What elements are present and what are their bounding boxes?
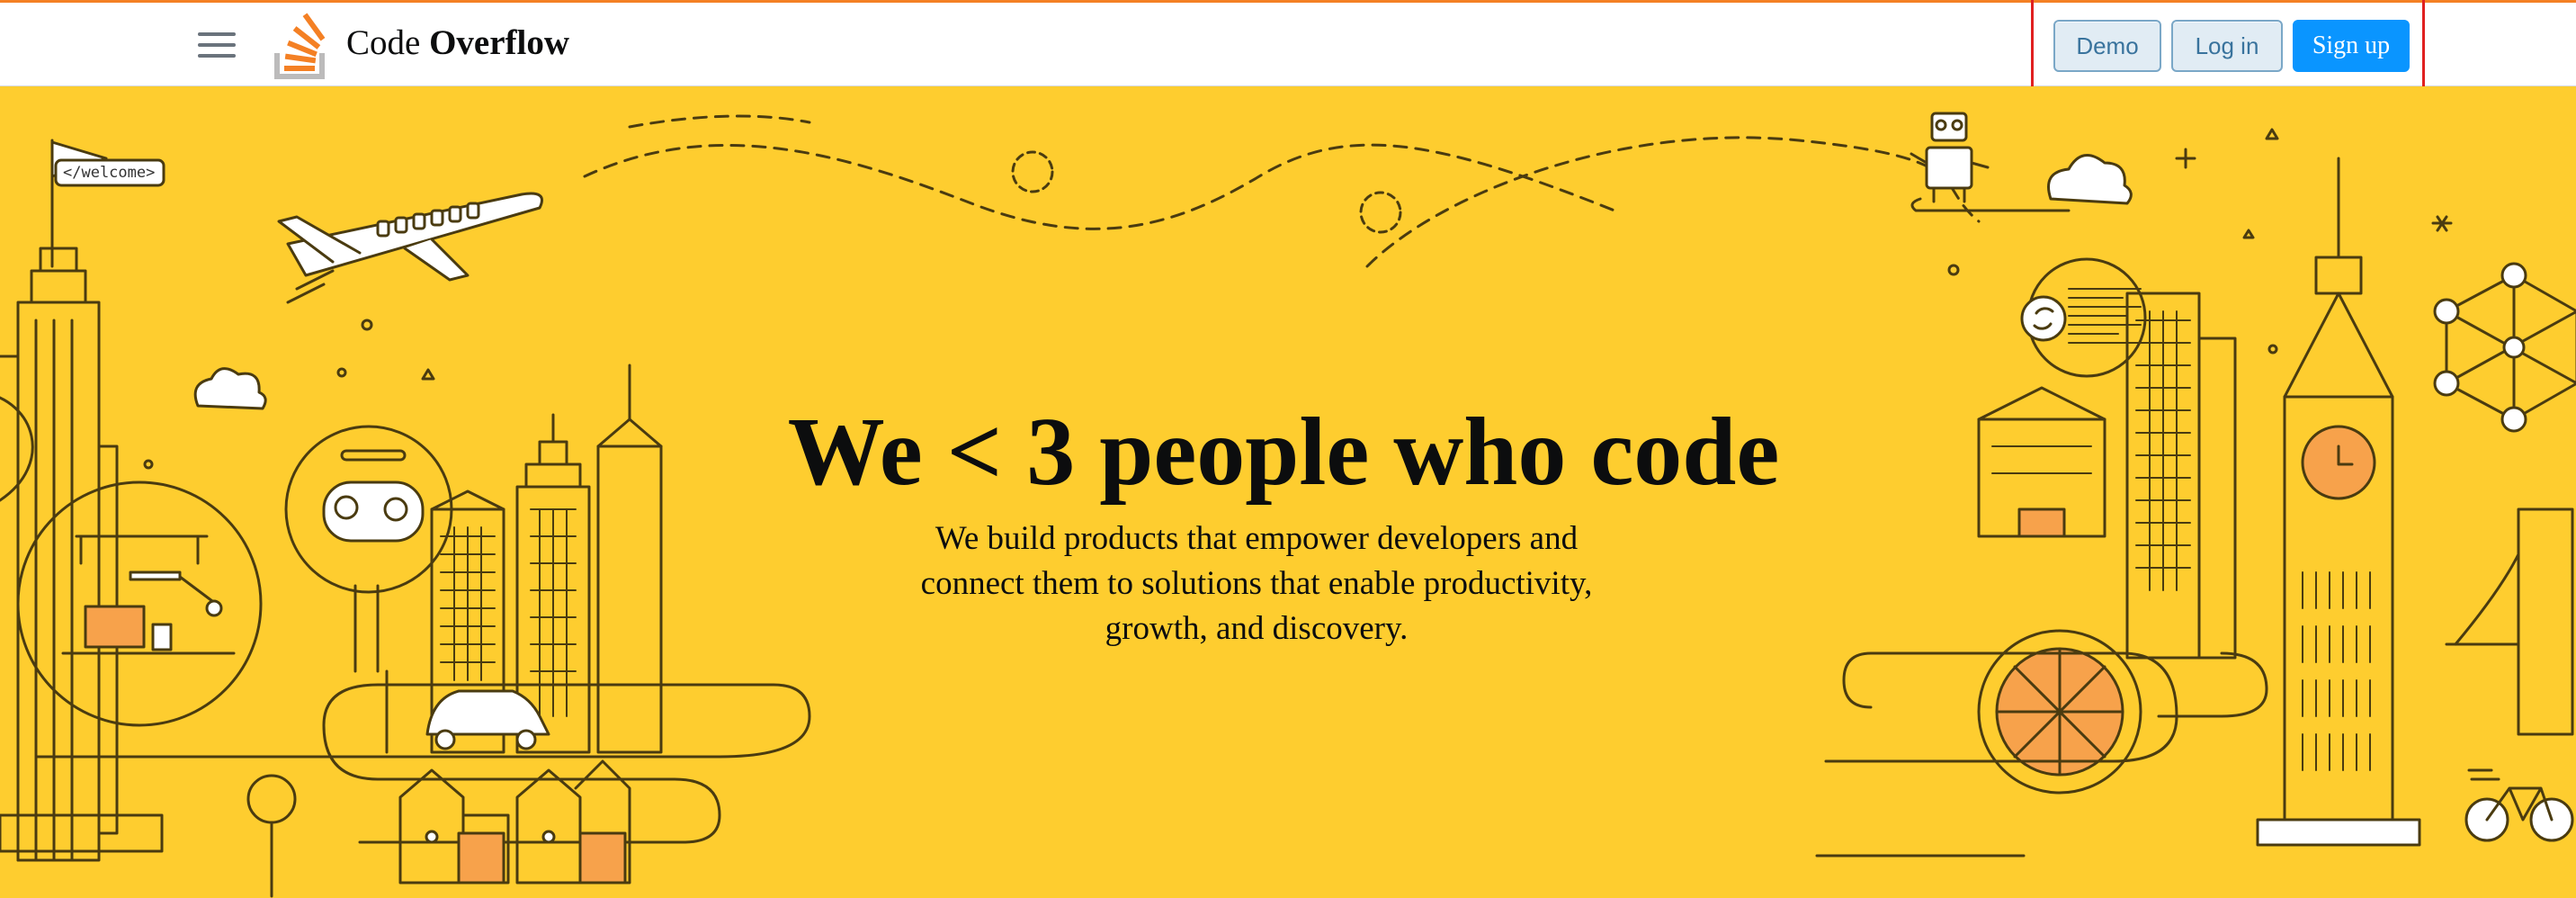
brand-bold: Overflow — [429, 23, 570, 62]
bridge-icon — [2445, 507, 2574, 736]
hamburger-menu-icon[interactable] — [198, 30, 236, 60]
ferris-wheel-icon — [1977, 629, 2142, 795]
hero-section: </welcome> We < 3 people who code We bui… — [0, 86, 2576, 898]
airplane-icon — [277, 192, 543, 304]
cloud-icon — [2047, 154, 2133, 205]
robot-icon — [1910, 112, 1990, 203]
car-icon — [425, 689, 550, 750]
brand-light: Code — [346, 23, 430, 62]
bicycle-icon — [2464, 768, 2574, 842]
stack-logo-icon[interactable] — [270, 10, 333, 82]
hero-headline: We < 3 people who code — [787, 399, 1780, 506]
flag-text: </welcome> — [63, 164, 155, 182]
brand-name[interactable]: Code Overflow — [346, 22, 569, 63]
hero-subtext: We build products that empower developer… — [920, 520, 1593, 647]
tree-icon — [246, 774, 297, 824]
